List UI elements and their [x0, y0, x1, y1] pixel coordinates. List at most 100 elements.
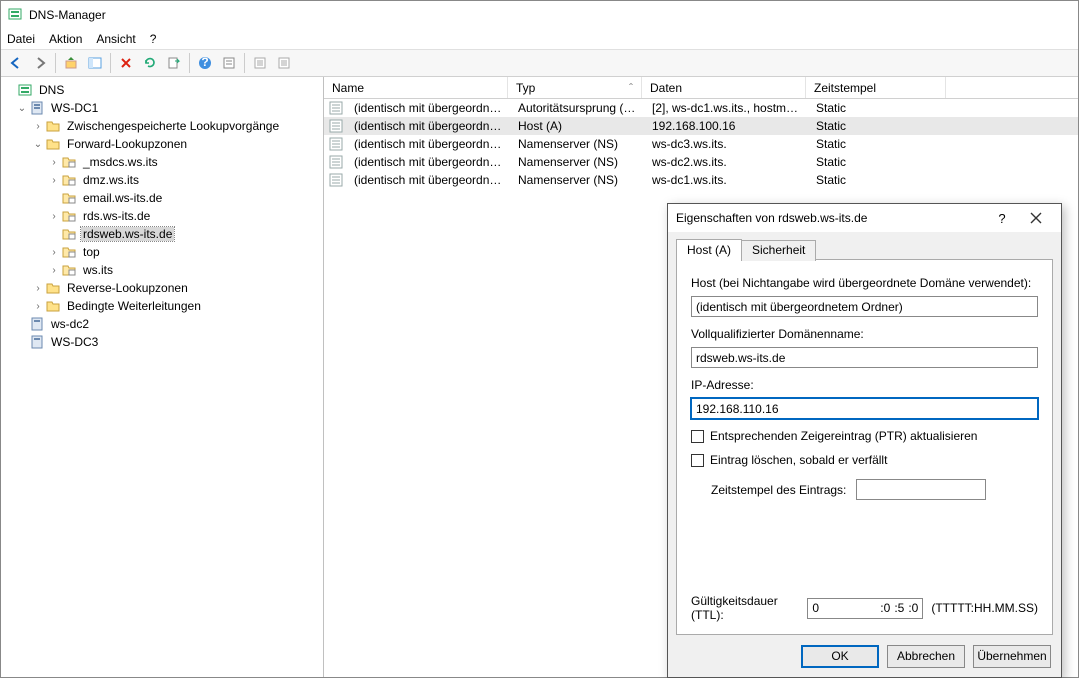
nav-forward-button[interactable]: [29, 52, 51, 74]
menu-help[interactable]: ?: [150, 32, 157, 46]
menu-datei[interactable]: Datei: [7, 32, 35, 46]
tree-zone-top[interactable]: › top: [1, 243, 323, 261]
cell-zeit: Static: [808, 101, 948, 115]
twisty-icon[interactable]: ›: [31, 121, 45, 132]
tree-label: top: [81, 245, 102, 259]
close-button[interactable]: [1019, 207, 1053, 229]
tree-label: Reverse-Lookupzonen: [65, 281, 190, 295]
col-label: Daten: [650, 81, 682, 95]
delete-button[interactable]: [115, 52, 137, 74]
twisty-icon[interactable]: ›: [31, 301, 45, 312]
twisty-icon[interactable]: ›: [47, 265, 61, 276]
host-field[interactable]: [691, 296, 1038, 317]
twisty-icon[interactable]: ›: [47, 247, 61, 258]
twisty-icon[interactable]: ⌄: [15, 103, 29, 114]
col-label: Typ: [516, 81, 535, 95]
ok-button[interactable]: OK: [801, 645, 879, 668]
record-row[interactable]: (identisch mit übergeordne...Namenserver…: [324, 153, 1078, 171]
server-icon: [29, 334, 45, 350]
tree-label: rds.ws-its.de: [81, 209, 152, 223]
help-button[interactable]: ?: [985, 207, 1019, 229]
dialog-titlebar[interactable]: Eigenschaften von rdsweb.ws-its.de ?: [668, 204, 1061, 232]
ttl-seconds[interactable]: :0: [908, 601, 918, 615]
tree-server3[interactable]: WS-DC3: [1, 333, 323, 351]
tab-security[interactable]: Sicherheit: [741, 240, 816, 261]
col-daten[interactable]: Daten: [642, 77, 806, 98]
up-button[interactable]: [60, 52, 82, 74]
col-zeit[interactable]: Zeitstempel: [806, 77, 946, 98]
tree-label: rdsweb.ws-its.de: [81, 227, 174, 241]
nav-back-button[interactable]: [5, 52, 27, 74]
refresh-button[interactable]: [139, 52, 161, 74]
tree-zone-msdcs[interactable]: › _msdcs.ws.its: [1, 153, 323, 171]
toolbar: ?: [1, 49, 1078, 77]
record-icon: [328, 172, 344, 188]
record-icon: [328, 154, 344, 170]
cancel-button[interactable]: Abbrechen: [887, 645, 965, 668]
twisty-icon[interactable]: ›: [47, 211, 61, 222]
apply-button[interactable]: Übernehmen: [973, 645, 1051, 668]
svg-text:?: ?: [201, 56, 208, 69]
twisty-icon[interactable]: ›: [31, 283, 45, 294]
delete-label: Eintrag löschen, sobald er verfällt: [710, 453, 887, 467]
tree-pane[interactable]: DNS ⌄ WS-DC1 › Zwischengespeicherte Look…: [1, 77, 324, 677]
ttl-field[interactable]: 0 :0 :5 :0: [807, 598, 923, 619]
zone-icon: [61, 244, 77, 260]
tree-forward[interactable]: ⌄ Forward-Lookupzonen: [1, 135, 323, 153]
tree-zone-rds[interactable]: › rds.ws-its.de: [1, 207, 323, 225]
timestamp-field[interactable]: [856, 479, 986, 500]
twisty-icon[interactable]: ›: [47, 157, 61, 168]
folder-icon: [45, 118, 61, 134]
checkbox-icon[interactable]: [691, 454, 704, 467]
tree-root-dns[interactable]: DNS: [1, 81, 323, 99]
menu-ansicht[interactable]: Ansicht: [96, 32, 135, 46]
record-row[interactable]: (identisch mit übergeordne...Autoritätsu…: [324, 99, 1078, 117]
record-row[interactable]: (identisch mit übergeordne...Namenserver…: [324, 135, 1078, 153]
app-icon: [7, 7, 23, 23]
ttl-hours[interactable]: :0: [880, 601, 890, 615]
cell-daten: ws-dc3.ws.its.: [644, 137, 808, 151]
menu-aktion[interactable]: Aktion: [49, 32, 82, 46]
tab-host[interactable]: Host (A): [676, 239, 742, 260]
tree-zone-rdsweb[interactable]: rdsweb.ws-its.de: [1, 225, 323, 243]
ip-label: IP-Adresse:: [691, 378, 1038, 392]
twisty-icon[interactable]: ›: [47, 175, 61, 186]
tree-label: ws.its: [81, 263, 115, 277]
tree-zone-dmz[interactable]: › dmz.ws.its: [1, 171, 323, 189]
col-typ[interactable]: Typˆ: [508, 77, 642, 98]
record-row[interactable]: (identisch mit übergeordne...Namenserver…: [324, 171, 1078, 189]
cell-typ: Namenserver (NS): [510, 137, 644, 151]
ttl-label: Gültigkeitsdauer (TTL):: [691, 594, 799, 622]
tree-reverse[interactable]: › Reverse-Lookupzonen: [1, 279, 323, 297]
cell-zeit: Static: [808, 137, 948, 151]
show-hide-tree-button[interactable]: [84, 52, 106, 74]
tree-cached[interactable]: › Zwischengespeicherte Lookupvorgänge: [1, 117, 323, 135]
zone-icon: [61, 208, 77, 224]
delete-checkbox-row[interactable]: Eintrag löschen, sobald er verfällt: [691, 453, 1038, 467]
record-row[interactable]: (identisch mit übergeordne...Host (A)192…: [324, 117, 1078, 135]
properties-button[interactable]: [218, 52, 240, 74]
export-button[interactable]: [163, 52, 185, 74]
tree-server[interactable]: ⌄ WS-DC1: [1, 99, 323, 117]
tree-conditional[interactable]: › Bedingte Weiterleitungen: [1, 297, 323, 315]
col-name[interactable]: Name: [324, 77, 508, 98]
cell-zeit: Static: [808, 173, 948, 187]
tree-zone-wsits[interactable]: › ws.its: [1, 261, 323, 279]
filter2-button[interactable]: [273, 52, 295, 74]
cell-typ: Autoritätsursprung (SOA): [510, 101, 644, 115]
tree-label: Zwischengespeicherte Lookupvorgänge: [65, 119, 281, 133]
ptr-checkbox-row[interactable]: Entsprechenden Zeigereintrag (PTR) aktua…: [691, 429, 1038, 443]
ttl-minutes[interactable]: :5: [894, 601, 904, 615]
checkbox-icon[interactable]: [691, 430, 704, 443]
dns-manager-window: DNS-Manager Datei Aktion Ansicht ? ?: [0, 0, 1079, 678]
tree-server2[interactable]: ws-dc2: [1, 315, 323, 333]
twisty-icon[interactable]: ⌄: [31, 139, 45, 150]
help-button[interactable]: ?: [194, 52, 216, 74]
fqdn-field[interactable]: [691, 347, 1038, 368]
tree-zone-email[interactable]: email.ws-its.de: [1, 189, 323, 207]
titlebar: DNS-Manager: [1, 1, 1078, 29]
ttl-days[interactable]: 0: [812, 601, 819, 615]
filter1-button[interactable]: [249, 52, 271, 74]
ip-field[interactable]: [691, 398, 1038, 419]
cell-name: (identisch mit übergeordne...: [346, 137, 510, 151]
